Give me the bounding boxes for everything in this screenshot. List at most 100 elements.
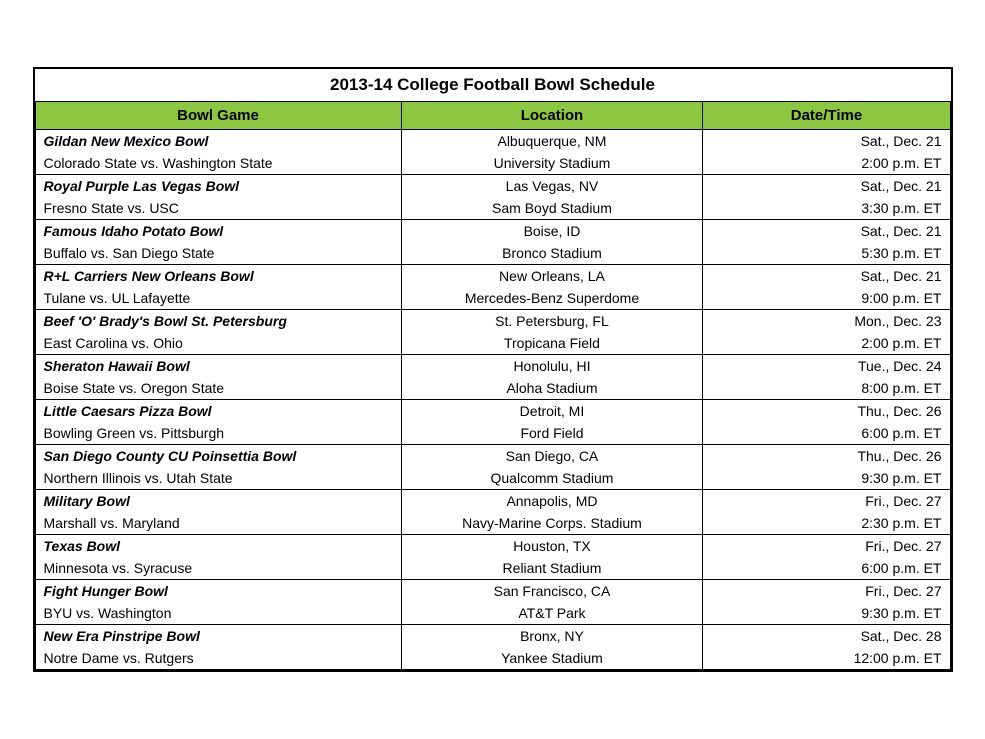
- game-name-row: San Diego County CU Poinsettia BowlSan D…: [35, 445, 950, 468]
- bowl-city: Houston, TX: [401, 535, 703, 558]
- table-title: 2013-14 College Football Bowl Schedule: [35, 69, 950, 102]
- schedule-table: 2013-14 College Football Bowl Schedule B…: [35, 69, 951, 670]
- bowl-date: Fri., Dec. 27: [703, 580, 950, 603]
- game-detail-row: Bowling Green vs. PittsburghFord Field6:…: [35, 422, 950, 445]
- game-name-row: New Era Pinstripe BowlBronx, NYSat., Dec…: [35, 625, 950, 648]
- bowl-time: 5:30 p.m. ET: [703, 242, 950, 265]
- header-datetime: Date/Time: [703, 102, 950, 130]
- bowl-city: Honolulu, HI: [401, 355, 703, 378]
- game-name-row: Sheraton Hawaii BowlHonolulu, HITue., De…: [35, 355, 950, 378]
- bowl-matchup: Fresno State vs. USC: [35, 197, 401, 220]
- header-bowl: Bowl Game: [35, 102, 401, 130]
- bowl-date: Sat., Dec. 28: [703, 625, 950, 648]
- bowl-date: Fri., Dec. 27: [703, 535, 950, 558]
- bowl-time: 9:00 p.m. ET: [703, 287, 950, 310]
- bowl-date: Thu., Dec. 26: [703, 400, 950, 423]
- game-name-row: R+L Carriers New Orleans BowlNew Orleans…: [35, 265, 950, 288]
- bowl-city: New Orleans, LA: [401, 265, 703, 288]
- game-detail-row: Buffalo vs. San Diego StateBronco Stadiu…: [35, 242, 950, 265]
- game-detail-row: Colorado State vs. Washington StateUnive…: [35, 152, 950, 175]
- bowl-game-name: Fight Hunger Bowl: [35, 580, 401, 603]
- title-row: 2013-14 College Football Bowl Schedule: [35, 69, 950, 102]
- bowl-matchup: East Carolina vs. Ohio: [35, 332, 401, 355]
- bowl-matchup: Tulane vs. UL Lafayette: [35, 287, 401, 310]
- game-name-row: Little Caesars Pizza BowlDetroit, MIThu.…: [35, 400, 950, 423]
- bowl-time: 6:00 p.m. ET: [703, 557, 950, 580]
- bowl-matchup: Marshall vs. Maryland: [35, 512, 401, 535]
- bowl-time: 2:00 p.m. ET: [703, 152, 950, 175]
- game-name-row: Military BowlAnnapolis, MDFri., Dec. 27: [35, 490, 950, 513]
- bowl-game-name: New Era Pinstripe Bowl: [35, 625, 401, 648]
- bowl-stadium: Aloha Stadium: [401, 377, 703, 400]
- bowl-game-name: Gildan New Mexico Bowl: [35, 130, 401, 153]
- game-detail-row: Fresno State vs. USCSam Boyd Stadium3:30…: [35, 197, 950, 220]
- bowl-city: Boise, ID: [401, 220, 703, 243]
- header-row: Bowl Game Location Date/Time: [35, 102, 950, 130]
- game-detail-row: Boise State vs. Oregon StateAloha Stadiu…: [35, 377, 950, 400]
- bowl-matchup: Colorado State vs. Washington State: [35, 152, 401, 175]
- bowl-date: Sat., Dec. 21: [703, 265, 950, 288]
- bowl-time: 3:30 p.m. ET: [703, 197, 950, 220]
- bowl-date: Sat., Dec. 21: [703, 175, 950, 198]
- bowl-city: Detroit, MI: [401, 400, 703, 423]
- bowl-stadium: Bronco Stadium: [401, 242, 703, 265]
- bowl-game-name: Beef 'O' Brady's Bowl St. Petersburg: [35, 310, 401, 333]
- bowl-date: Sat., Dec. 21: [703, 220, 950, 243]
- game-name-row: Fight Hunger BowlSan Francisco, CAFri., …: [35, 580, 950, 603]
- game-name-row: Beef 'O' Brady's Bowl St. PetersburgSt. …: [35, 310, 950, 333]
- bowl-matchup: Bowling Green vs. Pittsburgh: [35, 422, 401, 445]
- bowl-date: Tue., Dec. 24: [703, 355, 950, 378]
- bowl-game-name: R+L Carriers New Orleans Bowl: [35, 265, 401, 288]
- bowl-matchup: Northern Illinois vs. Utah State: [35, 467, 401, 490]
- game-name-row: Royal Purple Las Vegas BowlLas Vegas, NV…: [35, 175, 950, 198]
- bowl-date: Thu., Dec. 26: [703, 445, 950, 468]
- bowl-game-name: Royal Purple Las Vegas Bowl: [35, 175, 401, 198]
- bowl-matchup: Minnesota vs. Syracuse: [35, 557, 401, 580]
- bowl-matchup: Notre Dame vs. Rutgers: [35, 647, 401, 670]
- bowl-game-name: Famous Idaho Potato Bowl: [35, 220, 401, 243]
- bowl-time: 6:00 p.m. ET: [703, 422, 950, 445]
- header-location: Location: [401, 102, 703, 130]
- game-detail-row: East Carolina vs. OhioTropicana Field2:0…: [35, 332, 950, 355]
- bowl-game-name: Little Caesars Pizza Bowl: [35, 400, 401, 423]
- game-detail-row: Marshall vs. MarylandNavy-Marine Corps. …: [35, 512, 950, 535]
- bowl-date: Mon., Dec. 23: [703, 310, 950, 333]
- bowl-time: 12:00 p.m. ET: [703, 647, 950, 670]
- game-name-row: Texas BowlHouston, TXFri., Dec. 27: [35, 535, 950, 558]
- bowl-game-name: Texas Bowl: [35, 535, 401, 558]
- game-detail-row: Northern Illinois vs. Utah StateQualcomm…: [35, 467, 950, 490]
- bowl-stadium: Qualcomm Stadium: [401, 467, 703, 490]
- bowl-city: Bronx, NY: [401, 625, 703, 648]
- bowl-stadium: University Stadium: [401, 152, 703, 175]
- bowl-city: St. Petersburg, FL: [401, 310, 703, 333]
- schedule-container: 2013-14 College Football Bowl Schedule B…: [33, 67, 953, 672]
- bowl-city: San Diego, CA: [401, 445, 703, 468]
- bowl-matchup: BYU vs. Washington: [35, 602, 401, 625]
- game-detail-row: Tulane vs. UL LafayetteMercedes-Benz Sup…: [35, 287, 950, 310]
- game-name-row: Gildan New Mexico BowlAlbuquerque, NMSat…: [35, 130, 950, 153]
- bowl-stadium: Navy-Marine Corps. Stadium: [401, 512, 703, 535]
- bowl-time: 9:30 p.m. ET: [703, 602, 950, 625]
- bowl-city: Annapolis, MD: [401, 490, 703, 513]
- bowl-time: 2:00 p.m. ET: [703, 332, 950, 355]
- bowl-matchup: Boise State vs. Oregon State: [35, 377, 401, 400]
- bowl-date: Sat., Dec. 21: [703, 130, 950, 153]
- game-detail-row: Notre Dame vs. RutgersYankee Stadium12:0…: [35, 647, 950, 670]
- bowl-game-name: Military Bowl: [35, 490, 401, 513]
- bowl-stadium: Yankee Stadium: [401, 647, 703, 670]
- bowl-city: San Francisco, CA: [401, 580, 703, 603]
- bowl-date: Fri., Dec. 27: [703, 490, 950, 513]
- bowl-stadium: AT&T Park: [401, 602, 703, 625]
- bowl-game-name: Sheraton Hawaii Bowl: [35, 355, 401, 378]
- bowl-stadium: Ford Field: [401, 422, 703, 445]
- bowl-stadium: Mercedes-Benz Superdome: [401, 287, 703, 310]
- game-detail-row: Minnesota vs. SyracuseReliant Stadium6:0…: [35, 557, 950, 580]
- bowl-city: Las Vegas, NV: [401, 175, 703, 198]
- bowl-time: 2:30 p.m. ET: [703, 512, 950, 535]
- bowl-stadium: Reliant Stadium: [401, 557, 703, 580]
- bowl-time: 9:30 p.m. ET: [703, 467, 950, 490]
- bowl-stadium: Sam Boyd Stadium: [401, 197, 703, 220]
- bowl-matchup: Buffalo vs. San Diego State: [35, 242, 401, 265]
- bowl-game-name: San Diego County CU Poinsettia Bowl: [35, 445, 401, 468]
- game-name-row: Famous Idaho Potato BowlBoise, IDSat., D…: [35, 220, 950, 243]
